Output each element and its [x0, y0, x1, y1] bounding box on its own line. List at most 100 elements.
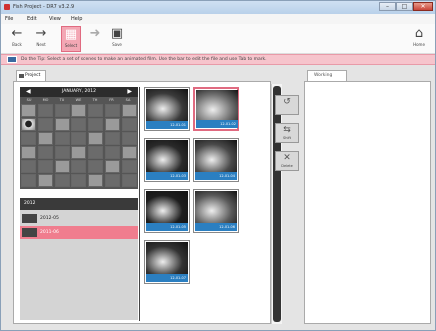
calendar-day[interactable] — [121, 118, 137, 131]
photo-caption: 12-01-07 — [146, 274, 188, 282]
calendar-day[interactable] — [21, 146, 36, 159]
calendar-day[interactable] — [71, 146, 87, 159]
house-icon: ⌂ — [414, 26, 424, 41]
album-thumb — [22, 214, 37, 223]
arrow-right-icon: → — [35, 26, 47, 41]
rotate-button[interactable]: ↺ — [275, 95, 299, 115]
photo-thumbnail[interactable]: 12-01-02 — [193, 87, 239, 131]
maximize-button[interactable]: □ — [396, 2, 413, 11]
calendar-day[interactable] — [88, 132, 104, 145]
back-label: Back — [12, 42, 22, 47]
calendar-day[interactable] — [37, 160, 53, 173]
calendar-day[interactable] — [21, 174, 36, 187]
album-thumb — [22, 228, 37, 237]
photo-image — [195, 191, 237, 224]
calendar-day[interactable] — [105, 132, 120, 145]
calendar-day[interactable] — [54, 174, 70, 187]
calendar-day[interactable] — [37, 118, 53, 131]
shift-button[interactable]: ⇆ Shift — [275, 123, 299, 143]
weekday-label: SA — [125, 98, 131, 102]
tab-working[interactable]: Working — [307, 70, 347, 81]
photo-caption: 12-01-01 — [146, 121, 188, 129]
menu-file[interactable]: File — [5, 16, 13, 22]
calendar-day[interactable] — [54, 104, 70, 117]
tab-project[interactable]: Project — [16, 70, 46, 81]
calendar-day[interactable] — [71, 118, 87, 131]
calendar-day[interactable] — [88, 160, 104, 173]
photo-thumbnail[interactable]: 12-01-01 — [144, 87, 190, 131]
calendar-day[interactable] — [105, 118, 120, 131]
save-button[interactable]: ▣ Save — [107, 26, 127, 52]
calendar-day[interactable] — [105, 146, 120, 159]
photo-image — [146, 191, 188, 224]
list-item[interactable]: 2011-06 — [20, 226, 138, 239]
photo-thumbnail[interactable]: 12-01-05 — [144, 189, 190, 233]
thumbnail-scrollbar[interactable] — [271, 84, 282, 324]
calendar-day[interactable] — [54, 160, 70, 173]
calendar-day[interactable] — [54, 132, 70, 145]
photo-image — [196, 90, 238, 123]
calendar-day[interactable] — [54, 118, 70, 131]
calendar-day[interactable] — [71, 104, 87, 117]
weekday-label: TH — [92, 98, 98, 102]
close-button[interactable]: ✕ — [413, 2, 433, 11]
calendar-day[interactable] — [54, 146, 70, 159]
calendar-day[interactable] — [88, 146, 104, 159]
menu-help[interactable]: Help — [71, 16, 82, 22]
calendar-day[interactable] — [88, 104, 104, 117]
calendar-day[interactable] — [21, 160, 36, 173]
list-item[interactable]: 2012-05 — [20, 212, 138, 225]
calendar-day[interactable] — [71, 160, 87, 173]
import-button[interactable]: ➜ — [85, 26, 105, 52]
next-month-icon[interactable]: ▶ — [127, 87, 132, 97]
minimize-button[interactable]: – — [379, 2, 396, 11]
scroll-thumb[interactable] — [273, 86, 281, 322]
weekday-label: SU — [26, 98, 32, 102]
calendar: ◀ JANUARY, 2012 ▶ SU MO TU WE TH FR SA — [20, 87, 138, 189]
window-title: Fish Project - DR7 v3.2.9 — [13, 4, 75, 10]
calendar-day[interactable] — [121, 174, 137, 187]
weekday-label: WE — [75, 98, 82, 102]
delete-icon: ✕ — [283, 153, 291, 163]
calendar-day[interactable] — [71, 132, 87, 145]
pane-divider — [139, 87, 140, 321]
calendar-day[interactable] — [105, 104, 120, 117]
home-button[interactable]: ⌂ Home — [409, 26, 429, 52]
grid-icon: ▦ — [64, 27, 78, 42]
calendar-day[interactable] — [71, 174, 87, 187]
calendar-day[interactable] — [121, 160, 137, 173]
calendar-day[interactable] — [37, 104, 53, 117]
calendar-day[interactable] — [105, 174, 120, 187]
photo-image — [146, 89, 188, 122]
photo-thumbnail[interactable]: 12-01-04 — [193, 138, 239, 182]
photo-caption: 12-01-03 — [146, 172, 188, 180]
app-icon — [4, 4, 10, 10]
calendar-day[interactable] — [121, 146, 137, 159]
calendar-day[interactable] — [37, 174, 53, 187]
calendar-day[interactable] — [37, 146, 53, 159]
calendar-day[interactable] — [121, 132, 137, 145]
thumbnail-grid: 12-01-01 12-01-02 12-01-03 12-01-04 12-01-05… — [144, 87, 272, 321]
back-button[interactable]: ← Back — [7, 26, 27, 52]
calendar-day[interactable] — [88, 174, 104, 187]
list-item-label: 2012-05 — [40, 216, 59, 221]
calendar-day[interactable] — [21, 104, 36, 117]
save-label: Save — [112, 42, 122, 47]
calendar-day[interactable] — [21, 118, 36, 131]
calendar-day[interactable] — [21, 132, 36, 145]
delete-button[interactable]: ✕ Delete — [275, 151, 299, 171]
calendar-day[interactable] — [88, 118, 104, 131]
photo-caption: 12-01-06 — [195, 223, 237, 231]
menu-edit[interactable]: Edit — [27, 16, 37, 22]
calendar-day[interactable] — [37, 132, 53, 145]
calendar-day[interactable] — [105, 160, 120, 173]
photo-thumbnail[interactable]: 12-01-03 — [144, 138, 190, 182]
calendar-day[interactable] — [121, 104, 137, 117]
menu-view[interactable]: View — [49, 16, 61, 22]
next-button[interactable]: → Next — [31, 26, 51, 52]
select-button[interactable]: ▦ Select — [61, 26, 81, 52]
photo-thumbnail[interactable]: 12-01-07 — [144, 240, 190, 284]
photo-thumbnail[interactable]: 12-01-06 — [193, 189, 239, 233]
weekday-label: MO — [42, 98, 49, 102]
prev-month-icon[interactable]: ◀ — [26, 87, 31, 97]
